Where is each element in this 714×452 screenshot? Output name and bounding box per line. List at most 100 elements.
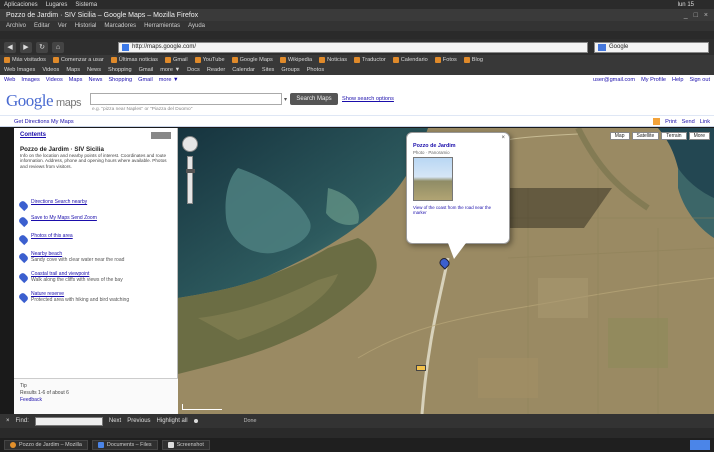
bookmark-item[interactable]: Fotos: [434, 57, 457, 63]
search-dropdown-icon[interactable]: ▾: [284, 96, 287, 103]
os-menu-system[interactable]: Sistema: [75, 2, 97, 8]
taskbar-item[interactable]: Pozzo de Jardim – Mozilla: [4, 440, 88, 450]
print-icon[interactable]: [653, 118, 661, 125]
close-find-icon[interactable]: ×: [6, 418, 10, 424]
google-maps-logo[interactable]: Google maps: [6, 91, 81, 111]
zoom-slider-knob[interactable]: [186, 169, 195, 173]
sign-out-link[interactable]: Sign out: [689, 77, 710, 83]
bookmark-item[interactable]: Calendar: [232, 67, 255, 73]
bookmark-item[interactable]: Google Maps: [231, 57, 273, 63]
os-menu-places[interactable]: Lugares: [46, 2, 68, 8]
list-item[interactable]: Coastal trail and viewpoint Walk along th…: [17, 271, 174, 284]
taskbar-item[interactable]: Documents – Files: [91, 440, 158, 450]
forward-icon[interactable]: ▶: [20, 41, 32, 53]
search-maps-button[interactable]: Search Maps: [290, 93, 338, 105]
find-next-button[interactable]: Next: [109, 418, 121, 424]
info-window-caption[interactable]: View of the coast from the road near the…: [413, 205, 505, 215]
bookmark-item[interactable]: Noticias: [319, 57, 347, 63]
browser-search-box[interactable]: Google: [594, 41, 709, 53]
map-type-more-button[interactable]: More: [688, 132, 710, 140]
bookmark-item[interactable]: Traductor: [354, 57, 386, 63]
bookmark-item[interactable]: YouTube: [194, 57, 225, 63]
bookmark-item[interactable]: Más visitados: [4, 57, 46, 63]
bookmark-item[interactable]: Sites: [262, 67, 274, 73]
os-clock[interactable]: lun 15: [678, 2, 694, 8]
map-type-map-button[interactable]: Map: [609, 132, 630, 140]
list-item[interactable]: Photos of this area: [17, 233, 174, 246]
bookmark-item[interactable]: Web Images: [4, 67, 35, 73]
menu-help[interactable]: Ayuda: [188, 23, 205, 29]
close-icon[interactable]: ×: [501, 135, 505, 141]
gbar-link-web[interactable]: Web: [4, 77, 15, 83]
bookmark-icon: [319, 57, 326, 63]
menu-edit[interactable]: Editar: [34, 23, 50, 29]
bookmark-item[interactable]: Últimas noticias: [110, 57, 158, 63]
reload-icon[interactable]: ↻: [36, 41, 48, 53]
menu-view[interactable]: Ver: [58, 23, 67, 29]
result-title[interactable]: Pozzo de Jardim · SIV Sicilia: [20, 146, 104, 153]
bookmark-item[interactable]: Reader: [207, 67, 225, 73]
help-link[interactable]: Help: [672, 77, 684, 83]
maps-search-input[interactable]: [90, 93, 282, 105]
minimize-button[interactable]: _: [684, 12, 688, 19]
pan-control[interactable]: [182, 136, 198, 152]
bookmark-item[interactable]: Shopping: [108, 67, 132, 73]
bookmark-item[interactable]: more ▼: [160, 67, 180, 73]
list-item[interactable]: Nearby beach Sandy cove with clear water …: [17, 251, 174, 264]
find-label: Find:: [15, 418, 29, 424]
bookmark-item[interactable]: Calendario: [392, 57, 428, 63]
bookmark-item[interactable]: News: [87, 67, 101, 73]
bookmark-item[interactable]: Comenzar a usar: [52, 57, 104, 63]
info-window-photo[interactable]: [413, 157, 453, 201]
back-icon[interactable]: ◀: [4, 41, 16, 53]
highlight-all-button[interactable]: Highlight all: [157, 418, 188, 424]
gbar-link-maps[interactable]: Maps: [69, 77, 83, 83]
map-type-terrain-button[interactable]: Terrain: [661, 132, 687, 140]
list-item[interactable]: Nature reserve Protected area with hiking…: [17, 291, 174, 304]
send-link[interactable]: Send: [682, 119, 695, 125]
bookmark-item[interactable]: Wikipedia: [279, 57, 312, 63]
print-link[interactable]: Print: [665, 119, 677, 125]
bookmark-item[interactable]: Videos: [42, 67, 59, 73]
bookmark-item[interactable]: Docs: [187, 67, 200, 73]
find-previous-button[interactable]: Previous: [127, 418, 150, 424]
bookmark-item[interactable]: Gmail: [164, 57, 188, 63]
zoom-slider[interactable]: [186, 156, 195, 204]
map-type-satellite-button[interactable]: Satellite: [631, 132, 660, 140]
bookmark-item[interactable]: Photos: [307, 67, 324, 73]
show-search-options-link[interactable]: Show search options: [342, 96, 394, 102]
menu-history[interactable]: Historial: [75, 23, 97, 29]
gbar-link-gmail[interactable]: Gmail: [138, 77, 153, 83]
satellite-map[interactable]: Map Satellite Terrain More × Pozzo de Ja…: [178, 128, 714, 414]
gbar-link-news[interactable]: News: [88, 77, 102, 83]
menu-file[interactable]: Archivo: [6, 23, 26, 29]
bookmark-item[interactable]: Groups: [281, 67, 299, 73]
gbar-link-more[interactable]: more ▼: [159, 77, 179, 83]
list-item[interactable]: Directions Search nearby: [17, 199, 174, 212]
panel-collapse-button[interactable]: [151, 132, 171, 139]
contents-link[interactable]: Contents: [20, 132, 46, 138]
gbar-link-shopping[interactable]: Shopping: [108, 77, 132, 83]
os-menu-applications[interactable]: Aplicaciones: [4, 2, 38, 8]
list-item[interactable]: Save to My Maps Send Zoom: [17, 215, 174, 228]
menu-bookmarks[interactable]: Marcadores: [104, 23, 136, 29]
gbar-link-videos[interactable]: Videos: [46, 77, 63, 83]
directions-my-maps-links[interactable]: Get Directions My Maps: [14, 119, 74, 125]
menu-tools[interactable]: Herramientas: [144, 23, 180, 29]
gbar-link-images[interactable]: Images: [21, 77, 39, 83]
close-window-button[interactable]: ×: [704, 12, 708, 19]
search-hint: e.g. "pizza near Naples" or "Piazza del …: [92, 107, 193, 112]
taskbar-item[interactable]: Screenshot: [161, 440, 210, 450]
bookmark-item[interactable]: Blog: [463, 57, 483, 63]
my-profile-link[interactable]: My Profile: [641, 77, 666, 83]
link-link[interactable]: Link: [700, 119, 710, 125]
find-input[interactable]: [34, 416, 103, 426]
bookmark-item[interactable]: Gmail: [139, 67, 154, 73]
info-window-title[interactable]: Pozzo de Jardim: [413, 143, 456, 149]
home-icon[interactable]: ⌂: [52, 41, 64, 53]
url-bar[interactable]: http://maps.google.com/: [118, 41, 588, 53]
desktop-switcher[interactable]: [690, 440, 710, 450]
bookmark-item[interactable]: Maps: [66, 67, 80, 73]
feedback-link[interactable]: Feedback: [20, 397, 42, 403]
maximize-button[interactable]: □: [694, 12, 698, 19]
